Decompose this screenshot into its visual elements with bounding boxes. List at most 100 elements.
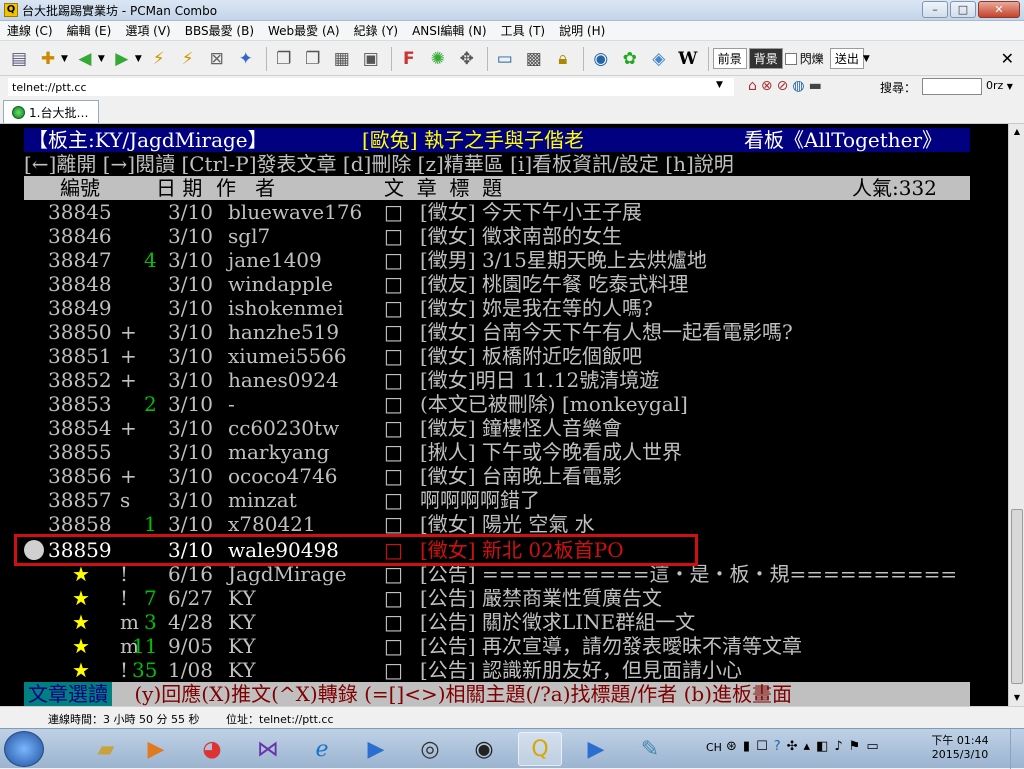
show-desktop-button[interactable] [1010,729,1024,769]
select-all-icon[interactable]: ▣ [358,46,384,72]
minimize-button[interactable]: – [922,1,948,18]
pinned-article-row[interactable]: ★! 7 6/27 KY □ [公告] 嚴禁商業性質廣告文 [0,586,1008,610]
site-list-icon[interactable]: ▤ [6,46,32,72]
settings-gear-icon[interactable]: ✺ [425,46,451,72]
tab-ptt[interactable]: 1.台大批… [3,100,99,123]
font-icon[interactable]: F [396,46,422,72]
stop-icon[interactable]: ⊘ [777,78,789,94]
search-engine-select[interactable]: 0rz ▼ [986,79,1013,92]
article-row[interactable]: 38857 s 3/10 minzat □ 啊啊啊啊錯了 [0,488,1008,512]
menu-tools[interactable]: 工具 (T) [494,22,553,39]
copy-icon[interactable]: ❐ [271,46,297,72]
volume-icon[interactable]: ♪ [834,739,842,754]
keyboard-icon[interactable]: ▮ [743,739,750,754]
article-row[interactable]: 38854 +3/10 cc60230tw □ [徵友] 鐘樓怪人音樂會 [0,416,1008,440]
internet-explorer-icon[interactable]: ℯ [300,732,344,766]
flag-icon[interactable]: ⚑ [849,739,861,754]
close-tab-icon[interactable]: ⊠ [204,46,230,72]
circle-app-icon[interactable]: ◎ [408,732,452,766]
forward-arrow-icon[interactable]: ▶ [109,46,135,72]
menu-help[interactable]: 說明 (H) [552,22,612,39]
system-clock[interactable]: 下午 01:44 2015/3/10 [930,732,990,761]
video-player-icon[interactable]: ▶ [354,732,398,766]
menu-web-favorites[interactable]: Web最愛 (A) [261,22,347,39]
resize-icon[interactable]: ✥ [454,46,480,72]
movie-player-icon[interactable]: ▶ [574,732,618,766]
article-row[interactable]: 38848 3/10 windapple □ [徵友] 桃園吃午餐 吃泰式料理 [0,272,1008,296]
ime-icon[interactable]: ⊛ [726,739,737,754]
pcman-taskbar-icon[interactable]: Q [518,732,562,766]
window-icon[interactable]: ▬ [809,78,822,94]
send-button[interactable]: 送出 [829,48,864,69]
address-input[interactable] [8,78,734,96]
puzzle-icon[interactable]: ◈ [646,46,672,72]
article-row[interactable]: 38853 2 3/10- □ (本文已被刪除) [monkeygal] [0,392,1008,416]
chevron-down-icon[interactable]: ▼ [98,54,105,64]
globe-icon[interactable]: ◍ [792,78,804,94]
menu-options[interactable]: 選項 (V) [118,22,177,39]
close-toolbar-icon[interactable]: ✕ [1001,49,1014,68]
menu-edit[interactable]: 編輯 (E) [60,22,119,39]
ascii-art-icon[interactable]: ▩ [521,46,547,72]
visual-studio-icon[interactable]: ⋈ [246,732,290,766]
chevron-down-icon[interactable]: ▼ [716,80,723,90]
lock-icon[interactable]: 🔒︎ [550,46,576,72]
article-row[interactable]: 38852 +3/10 hanes0924 □ [徵女]明日 11.12號清境遊 [0,368,1008,392]
network-icon[interactable]: ◧ [816,739,828,754]
pinned-article-row[interactable]: ★! 35 1/08 KY □ [公告] 認識新朋友好，但見面請小心 [0,658,1008,682]
copy-with-color-icon[interactable]: ❐ [300,46,326,72]
pinned-article-row[interactable]: ★ m 3 4/28 KY □ [公告] 關於徵求LINE群組一文 [0,610,1008,634]
menu-log[interactable]: 紀錄 (Y) [347,22,406,39]
ime-mode-icon[interactable]: ☐ [756,739,768,754]
background-color-button[interactable]: 背景 [748,48,783,69]
terminal-scrollbar[interactable]: ▲ ▼ [1008,124,1024,706]
article-row[interactable]: 38858 1 3/10 x780421 □ [徵女] 陽光 空氣 水 [0,512,1008,536]
paint-icon[interactable]: ✎ [628,732,672,766]
monitor-icon[interactable]: ▭ [866,739,878,754]
chevron-down-icon[interactable]: ▼ [135,54,142,64]
screen-icon[interactable]: ▭ [492,46,518,72]
article-row[interactable]: 38849 3/10 ishokenmei □ [徵女] 妳是我在等的人嗎? [0,296,1008,320]
article-row[interactable]: 38850 +3/10 hanzhe519 □ [徵女] 台南今天下午有人想一起看電影嗎… [0,320,1008,344]
help-icon[interactable]: ? [774,739,781,754]
flower-icon[interactable]: ✿ [617,46,643,72]
disconnect-icon[interactable]: ⚡ [146,46,172,72]
article-row[interactable]: 38851 +3/10 xiumei5566 □ [徵女] 板橋附近吃個飯吧 [0,344,1008,368]
explorer-icon[interactable]: ▰ [84,732,128,766]
media-player-icon[interactable]: ▶ [134,732,178,766]
chrome-icon[interactable]: ◕ [190,732,234,766]
article-row[interactable]: 38856 +3/10 ococo4746 □ [徵女] 台南晚上看電影 [0,464,1008,488]
new-connection-icon[interactable]: ✚ [35,46,61,72]
chevron-down-icon[interactable]: ▼ [61,54,68,64]
home-icon[interactable]: ⌂ [748,78,757,94]
scroll-thumb[interactable] [1011,509,1023,684]
menu-bbs-favorites[interactable]: BBS最愛 (B) [178,22,261,39]
foreground-color-button[interactable]: 前景 [712,48,747,69]
bookmark-icon[interactable]: ✦ [233,46,259,72]
input-language-indicator[interactable]: CH [706,741,722,754]
settings-icon[interactable]: ✣ [787,739,798,754]
article-row[interactable]: 38847 4 3/10 jane1409 □ [徵男] 3/15星期天晚上去烘爐地 [0,248,1008,272]
article-row[interactable]: 38845 3/10 bluewave176 □ [徵女] 今天下午小王子展 [0,200,1008,224]
menu-ansi-edit[interactable]: ANSI編輯 (N) [405,22,494,39]
menu-connection[interactable]: 連線 (C) [0,22,60,39]
link-icon[interactable]: ⊗ [761,78,773,94]
show-hidden-icons-icon[interactable]: ▴ [804,739,811,754]
maximize-button[interactable]: □ [950,1,976,18]
close-window-button[interactable]: ✕ [978,1,1020,18]
scroll-up-arrow-icon[interactable]: ▲ [1009,124,1024,140]
pinned-article-row[interactable]: ★ m 11 9/05 KY □ [公告] 再次宣導，請勿發表曖昧不清等文章 [0,634,1008,658]
web-link-icon[interactable]: ◉ [588,46,614,72]
camera-app-icon[interactable]: ◉ [462,732,506,766]
reconnect-icon[interactable]: ⚡ [175,46,201,72]
start-button[interactable] [4,731,44,767]
paste-icon[interactable]: ▦ [329,46,355,72]
chevron-down-icon[interactable]: ▼ [863,54,870,64]
wikipedia-icon[interactable]: W [675,46,701,72]
scroll-down-arrow-icon[interactable]: ▼ [1009,690,1024,706]
search-input[interactable] [922,78,982,95]
article-row[interactable]: 38846 3/10 sgl7 □ [徵女] 徵求南部的女生 [0,224,1008,248]
back-arrow-icon[interactable]: ◀ [72,46,98,72]
blink-checkbox[interactable] [784,52,797,65]
bbs-terminal[interactable]: 【板主:KY/JagdMirage】 [歐兔] 執子之手與子偕老 看板《AllT… [0,124,1008,706]
